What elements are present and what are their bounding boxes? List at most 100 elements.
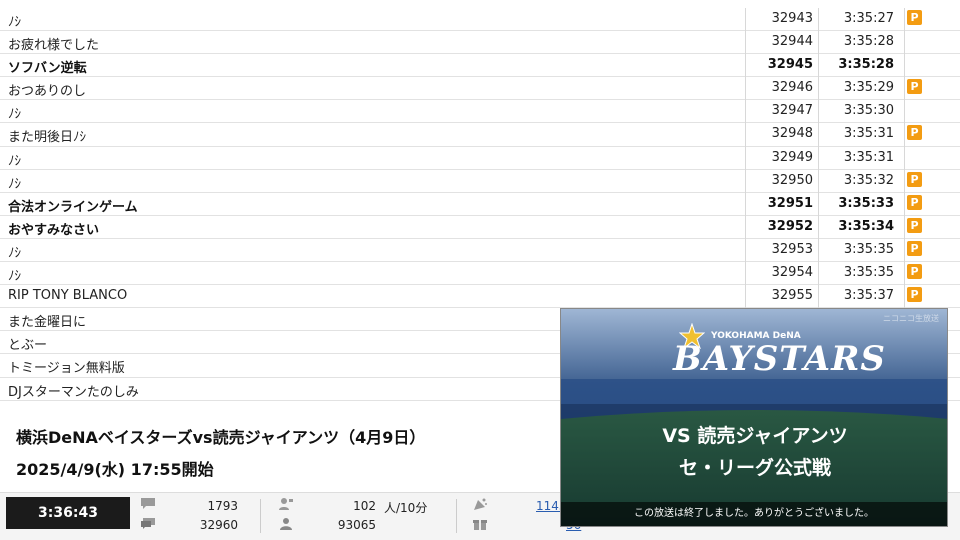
premium-cell: [905, 147, 960, 169]
comment-time: 3:35:33: [838, 195, 894, 211]
comment-number: 32950: [771, 172, 813, 188]
comment-text: 合法オンラインゲーム: [8, 199, 138, 215]
comment-text: トミージョン無料版: [8, 361, 125, 377]
user-icon: [278, 517, 294, 531]
table-row[interactable]: ﾉｼ 32953 3:35:35 P: [0, 239, 960, 263]
comment-text: ﾉｼ: [8, 15, 21, 30]
divider: [260, 499, 261, 533]
divider: [456, 499, 457, 533]
table-row[interactable]: お疲れ様でした 32944 3:35:28: [0, 31, 960, 55]
broadcast-ended-message: この放送は終了しました。ありがとうございました。: [561, 502, 947, 526]
premium-cell: P: [905, 193, 960, 215]
comment-number: 32944: [771, 34, 813, 50]
premium-cell: P: [905, 170, 960, 192]
table-row[interactable]: ﾉｼ 32949 3:35:31: [0, 147, 960, 170]
comment-count-recent: 1793: [207, 499, 238, 513]
comment-time: 3:35:30: [843, 103, 894, 119]
premium-cell: [905, 100, 960, 122]
comment-text: ﾉｼ: [8, 107, 21, 123]
comment-number: 32947: [771, 103, 813, 119]
league-text: セ・リーグ公式戦: [678, 457, 831, 479]
premium-cell: P: [905, 262, 960, 284]
comment-time: 3:35:37: [843, 288, 894, 304]
gift-icon: [472, 517, 488, 531]
matchup-text: VS 読売ジャイアンツ: [662, 425, 848, 447]
comment-number: 32949: [771, 149, 813, 165]
table-row[interactable]: ﾉｼ 32950 3:35:32 P: [0, 170, 960, 193]
premium-badge-icon: P: [907, 194, 922, 210]
column-divider: [904, 8, 905, 308]
table-row[interactable]: おつありのし 32946 3:35:29 P: [0, 77, 960, 101]
comment-text: ﾉｼ: [8, 176, 21, 192]
comment-number: 32951: [767, 195, 813, 211]
comment-time: 3:35:29: [843, 80, 894, 96]
comment-number: 32948: [771, 126, 813, 142]
premium-cell: P: [905, 8, 960, 30]
table-row[interactable]: ソフバン逆転 32945 3:35:28: [0, 54, 960, 78]
elapsed-time: 3:36:43: [6, 497, 130, 529]
comment-time: 3:35:28: [838, 57, 894, 73]
comment-number: 32943: [771, 11, 813, 26]
comment-time: 3:35:34: [838, 218, 894, 234]
program-info: 横浜DeNAベイスターズvs読売ジャイアンツ（4月9日） 2025/4/9(水)…: [0, 404, 556, 490]
premium-badge-icon: P: [907, 240, 922, 256]
viewers-icon: [278, 497, 294, 511]
comment-text: ソフバン逆転: [8, 61, 87, 77]
comment-number: 32954: [771, 265, 813, 281]
comment-count-total: 32960: [199, 518, 238, 532]
comment-time: 3:35:27: [843, 11, 894, 26]
premium-cell: P: [905, 123, 960, 145]
comment-text: お疲れ様でした: [8, 38, 100, 54]
comment-icon: [140, 497, 156, 511]
team-logo: BAYSTARS: [673, 339, 886, 379]
table-row[interactable]: ﾉｼ 32947 3:35:30: [0, 100, 960, 124]
comment-number: 32952: [767, 218, 813, 234]
comment-time: 3:35:35: [843, 265, 894, 281]
program-title: 横浜DeNAベイスターズvs読売ジャイアンツ（4月9日）: [16, 428, 426, 447]
viewers-total: 93065: [337, 518, 376, 532]
comment-text: また金曜日に: [8, 315, 87, 331]
table-row[interactable]: RIP TONY BLANCO 32955 3:35:37 P: [0, 285, 960, 309]
comment-number: 32953: [771, 241, 813, 257]
comment-time: 3:35:32: [843, 172, 894, 188]
program-start-date: 2025/4/9(水) 17:55開始: [16, 460, 214, 479]
comment-text: また明後日ﾉｼ: [8, 130, 87, 146]
comment-text: ﾉｼ: [8, 245, 21, 261]
premium-badge-icon: P: [907, 287, 922, 303]
comment-text: おつありのし: [8, 84, 87, 100]
premium-cell: [905, 31, 960, 53]
premium-badge-icon: P: [907, 10, 922, 25]
table-row[interactable]: ﾉｼ 32954 3:35:35 P: [0, 262, 960, 286]
comment-text: おやすみなさい: [8, 222, 100, 238]
premium-badge-icon: P: [907, 217, 922, 233]
premium-cell: P: [905, 239, 960, 261]
column-divider: [745, 8, 746, 308]
comment-text: ﾉｼ: [8, 269, 21, 285]
table-row[interactable]: ﾉｼ 32943 3:35:27 P: [0, 8, 960, 32]
comment-text: DJスターマンたのしみ: [8, 384, 139, 400]
comment-number: 32946: [771, 80, 813, 96]
comment-number: 32955: [771, 288, 813, 304]
viewers-unit: 人/10分: [384, 501, 428, 515]
premium-cell: P: [905, 285, 960, 307]
table-row[interactable]: また明後日ﾉｼ 32948 3:35:31 P: [0, 123, 960, 147]
column-divider: [818, 8, 819, 308]
comment-text: とぶー: [8, 338, 48, 354]
premium-cell: P: [905, 216, 960, 238]
comment-time: 3:35:31: [843, 149, 894, 165]
comment-time: 3:35:28: [843, 34, 894, 50]
premium-cell: P: [905, 77, 960, 99]
table-row[interactable]: おやすみなさい 32952 3:35:34 P: [0, 216, 960, 239]
comment-time: 3:35:35: [843, 241, 894, 257]
premium-badge-icon: P: [907, 171, 922, 187]
premium-badge-icon: P: [907, 125, 922, 141]
premium-badge-icon: P: [907, 79, 922, 95]
comment-time: 3:35:31: [843, 126, 894, 142]
watermark: ニコニコ生放送: [883, 314, 939, 323]
viewers-recent: 102: [353, 499, 376, 513]
video-player[interactable]: ニコニコ生放送 YOKOHAMA DeNA BAYSTARS VS 読売ジャイア…: [560, 308, 948, 527]
table-row[interactable]: 合法オンラインゲーム 32951 3:35:33 P: [0, 193, 960, 216]
comment-text: RIP TONY BLANCO: [8, 288, 128, 304]
comment-number: 32945: [767, 57, 813, 73]
party-popper-icon: [472, 497, 488, 511]
